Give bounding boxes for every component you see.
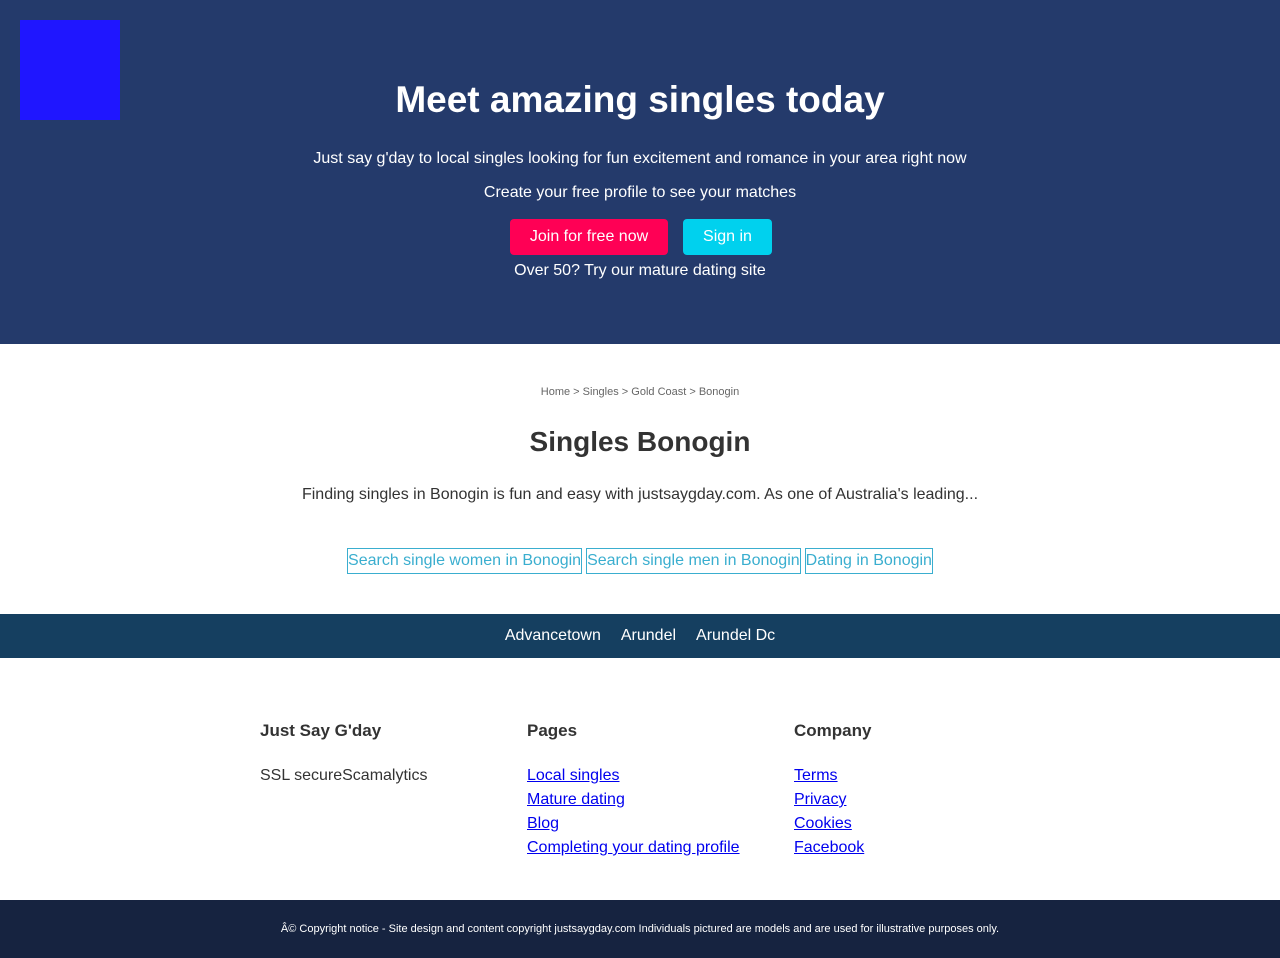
search-men-link[interactable]: Search single men in Bonogin — [586, 548, 801, 574]
nearby-link-arundel-dc[interactable]: Arundel Dc — [696, 627, 775, 645]
footer-col-pages: Pages Local singles Mature dating Blog C… — [527, 720, 794, 860]
footer-col-brand: Just Say G'day SSL secureScamalytics — [260, 720, 527, 860]
footer-link-local-singles[interactable]: Local singles — [527, 764, 794, 788]
hero-title: Meet amazing singles today — [395, 79, 885, 120]
breadcrumb[interactable]: Home > Singles > Gold Coast > Bonogin — [0, 385, 1280, 399]
hero-subtitle: Just say g'day to local singles looking … — [313, 150, 967, 167]
footer-link-cookies[interactable]: Cookies — [794, 812, 994, 836]
search-women-link[interactable]: Search single women in Bonogin — [347, 548, 583, 574]
footer-link-dating-profile[interactable]: Completing your dating profile — [527, 836, 794, 860]
footer-link-blog[interactable]: Blog — [527, 812, 794, 836]
intro-text: Finding singles in Bonogin is fun and ea… — [301, 486, 979, 503]
search-links: Search single women in Bonogin Search si… — [0, 548, 1280, 574]
nearby-link-arundel[interactable]: Arundel — [621, 627, 676, 645]
page-title: Singles Bonogin — [529, 426, 751, 457]
footer-heading-company: Company — [794, 721, 872, 740]
hero-cta-text: Create your free profile to see your mat… — [483, 184, 797, 201]
footer-link-privacy[interactable]: Privacy — [794, 788, 994, 812]
copyright-notice: Â© Copyright notice - Site design and co… — [0, 900, 1280, 958]
hero-section: Meet amazing singles today Just say g'da… — [0, 0, 1280, 344]
footer-heading-pages: Pages — [527, 721, 578, 740]
nearby-link-advancetown[interactable]: Advancetown — [505, 627, 601, 645]
footer-heading-brand: Just Say G'day — [260, 721, 382, 740]
join-button[interactable]: Join for free now — [510, 219, 668, 255]
mature-dating-link[interactable]: Over 50? Try our mature dating site — [0, 261, 1280, 281]
footer-link-facebook[interactable]: Facebook — [794, 836, 994, 860]
footer-security-text: SSL secureScamalytics — [260, 767, 428, 784]
sign-in-button[interactable]: Sign in — [683, 219, 772, 255]
dating-link[interactable]: Dating in Bonogin — [804, 548, 933, 574]
footer-link-mature-dating[interactable]: Mature dating — [527, 788, 794, 812]
footer-columns: Just Say G'day SSL secureScamalytics Pag… — [260, 720, 994, 860]
footer-col-company: Company Terms Privacy Cookies Facebook — [794, 720, 994, 860]
footer-link-terms[interactable]: Terms — [794, 764, 994, 788]
nearby-locations-bar: Advancetown Arundel Arundel Dc — [0, 614, 1280, 658]
hero-buttons: Join for free now Sign in — [0, 219, 1280, 255]
